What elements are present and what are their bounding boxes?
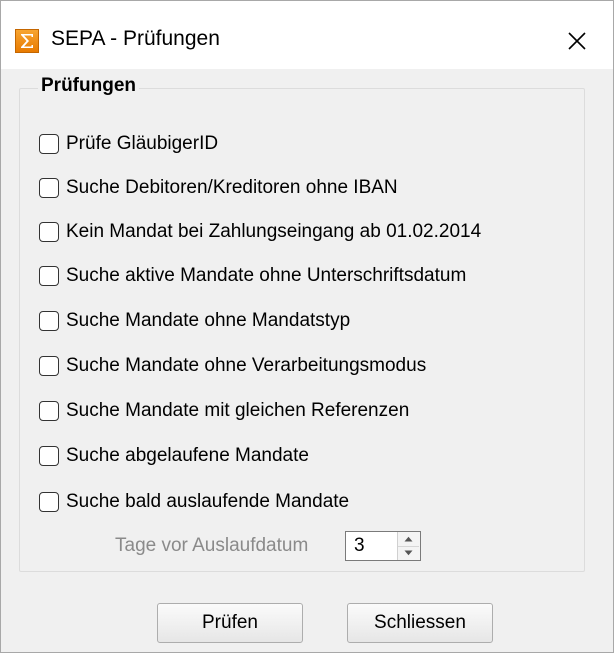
- check-debitoren-ohne-iban[interactable]: Suche Debitoren/Kreditoren ohne IBAN: [39, 173, 398, 203]
- arrow-up-icon: [404, 536, 413, 542]
- close-dialog-button[interactable]: Schliessen: [347, 603, 493, 643]
- checkbox[interactable]: [39, 266, 59, 286]
- sigma-icon: [15, 29, 39, 53]
- check-gleiche-referenzen[interactable]: Suche Mandate mit gleichen Referenzen: [39, 396, 409, 426]
- spin-up-button[interactable]: [398, 532, 419, 547]
- checkbox[interactable]: [39, 311, 59, 331]
- checkbox[interactable]: [39, 134, 59, 154]
- title-bar: SEPA - Prüfungen: [1, 1, 613, 69]
- check-kein-mandat[interactable]: Kein Mandat bei Zahlungseingang ab 01.02…: [39, 217, 481, 247]
- checkbox[interactable]: [39, 356, 59, 376]
- check-label: Prüfe GläubigerID: [66, 133, 219, 154]
- check-label: Suche bald auslaufende Mandate: [66, 491, 350, 512]
- window-title: SEPA - Prüfungen: [51, 27, 220, 50]
- check-glaeubiger-id[interactable]: Prüfe GläubigerID: [39, 129, 218, 159]
- arrow-down-icon: [404, 550, 413, 556]
- check-ohne-verarbeitungsmodus[interactable]: Suche Mandate ohne Verarbeitungsmodus: [39, 351, 426, 381]
- days-before-expiry-label: Tage vor Auslaufdatum: [115, 535, 309, 556]
- check-ohne-mandatstyp[interactable]: Suche Mandate ohne Mandatstyp: [39, 306, 350, 336]
- sepa-dialog-window: SEPA - Prüfungen Prüfungen Prüfe Gläubig…: [0, 0, 614, 653]
- check-label: Suche Debitoren/Kreditoren ohne IBAN: [66, 177, 398, 198]
- close-button[interactable]: [557, 23, 597, 59]
- checkbox[interactable]: [39, 401, 59, 421]
- check-label: Suche Mandate mit gleichen Referenzen: [66, 400, 410, 421]
- check-label: Kein Mandat bei Zahlungseingang ab 01.02…: [66, 221, 482, 242]
- spinner-value[interactable]: 3: [354, 535, 365, 557]
- check-abgelaufene-mandate[interactable]: Suche abgelaufene Mandate: [39, 441, 309, 471]
- checkbox[interactable]: [39, 446, 59, 466]
- groupbox-legend: Prüfungen: [38, 75, 139, 97]
- check-label: Suche aktive Mandate ohne Unterschriftsd…: [66, 265, 467, 286]
- check-ohne-unterschriftsdatum[interactable]: Suche aktive Mandate ohne Unterschriftsd…: [39, 261, 466, 291]
- spin-down-button[interactable]: [398, 546, 419, 560]
- check-label: Suche abgelaufene Mandate: [66, 445, 309, 466]
- check-label: Suche Mandate ohne Verarbeitungsmodus: [66, 355, 427, 376]
- check-label: Suche Mandate ohne Mandatstyp: [66, 310, 351, 331]
- days-before-expiry-spinner[interactable]: 3: [345, 531, 421, 561]
- checkbox[interactable]: [39, 178, 59, 198]
- close-icon: [568, 32, 586, 50]
- check-bald-auslaufende-mandate[interactable]: Suche bald auslaufende Mandate: [39, 487, 349, 517]
- check-button[interactable]: Prüfen: [157, 603, 303, 643]
- checkbox[interactable]: [39, 222, 59, 242]
- checkbox[interactable]: [39, 492, 59, 512]
- spinner-buttons: [397, 532, 420, 560]
